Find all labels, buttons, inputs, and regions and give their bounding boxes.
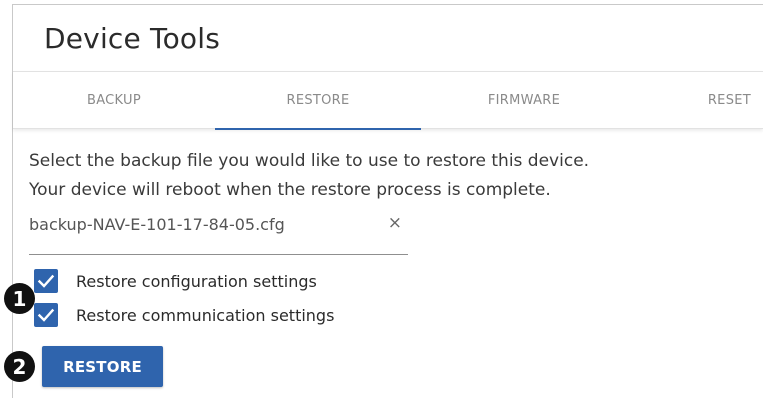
restore-configuration-checkbox[interactable] — [34, 269, 58, 293]
restore-description-line-2: Your device will reboot when the restore… — [29, 180, 551, 200]
checkmark-icon — [37, 308, 55, 322]
restore-communication-option[interactable]: Restore communication settings — [34, 302, 334, 328]
tab-backup[interactable]: BACKUP — [13, 72, 215, 129]
screenshot-stage: Device Tools BACKUP RESTORE FIRMWARE RES… — [0, 0, 763, 398]
backup-file-name: backup-NAV-E-101-17-84-05.cfg — [29, 215, 285, 234]
close-icon[interactable]: × — [388, 213, 402, 233]
tab-restore[interactable]: RESTORE — [215, 72, 421, 130]
backup-file-field[interactable]: backup-NAV-E-101-17-84-05.cfg × — [29, 205, 408, 255]
tab-reset[interactable]: RESET — [627, 72, 763, 129]
restore-configuration-label: Restore configuration settings — [76, 271, 317, 291]
restore-communication-checkbox[interactable] — [34, 303, 58, 327]
tab-firmware[interactable]: FIRMWARE — [421, 72, 627, 129]
restore-communication-label: Restore communication settings — [76, 305, 335, 325]
callout-badge-2: 2 — [4, 351, 35, 382]
restore-button[interactable]: RESTORE — [42, 346, 163, 387]
restore-description-line-1: Select the backup file you would like to… — [29, 151, 590, 171]
restore-configuration-option[interactable]: Restore configuration settings — [34, 268, 317, 294]
callout-badge-1: 1 — [4, 283, 35, 314]
page-title: Device Tools — [44, 22, 221, 55]
checkmark-icon — [37, 274, 55, 288]
restore-description: Select the backup file you would like to… — [29, 147, 589, 205]
tab-bar: BACKUP RESTORE FIRMWARE RESET — [13, 71, 763, 130]
